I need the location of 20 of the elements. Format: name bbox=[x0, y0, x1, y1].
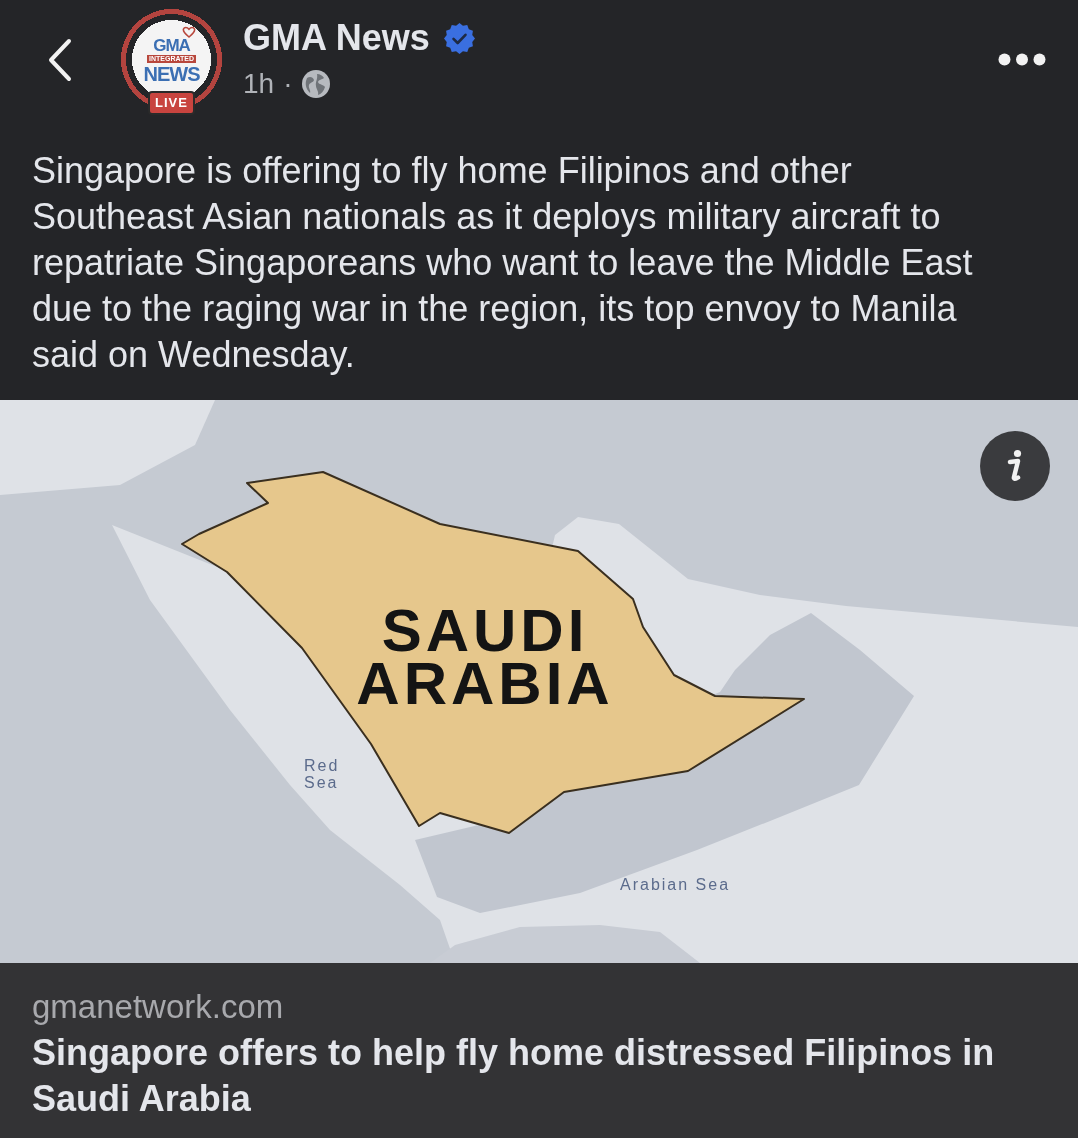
heart-icon bbox=[182, 26, 196, 38]
post-time[interactable]: 1h bbox=[243, 66, 275, 102]
back-button[interactable] bbox=[46, 38, 74, 82]
back-icon bbox=[46, 38, 74, 82]
link-domain: gmanetwork.com bbox=[32, 987, 285, 1027]
info-button[interactable] bbox=[980, 431, 1050, 501]
link-title[interactable]: Singapore offers to help fly home distressed Filipinos in Saudi Arabia bbox=[32, 1030, 1046, 1122]
logo-text: GMA bbox=[153, 39, 190, 53]
sea-label: Red Sea bbox=[304, 757, 341, 791]
globe-icon bbox=[301, 69, 332, 99]
info-icon bbox=[980, 431, 1050, 501]
sea-label: Arabian Sea bbox=[620, 876, 731, 893]
more-options-button[interactable] bbox=[998, 53, 1046, 66]
post-text: Singapore is offering to fly home Filipinos and other Southeast Asian nationals as it deploys military aircraft to repatriate Singaporeans who want to leave the Middle East due to the raging war in the region, its top envoy to Manila said on Wednesday. bbox=[32, 149, 974, 377]
more-icon bbox=[998, 53, 1046, 66]
logo-text: NEWS bbox=[143, 64, 200, 84]
page-name[interactable]: GMA News bbox=[243, 17, 430, 59]
separator-dot: · bbox=[283, 67, 293, 101]
live-badge: LIVE bbox=[148, 91, 195, 115]
country-label: SAUDI ARABIA bbox=[355, 604, 615, 710]
